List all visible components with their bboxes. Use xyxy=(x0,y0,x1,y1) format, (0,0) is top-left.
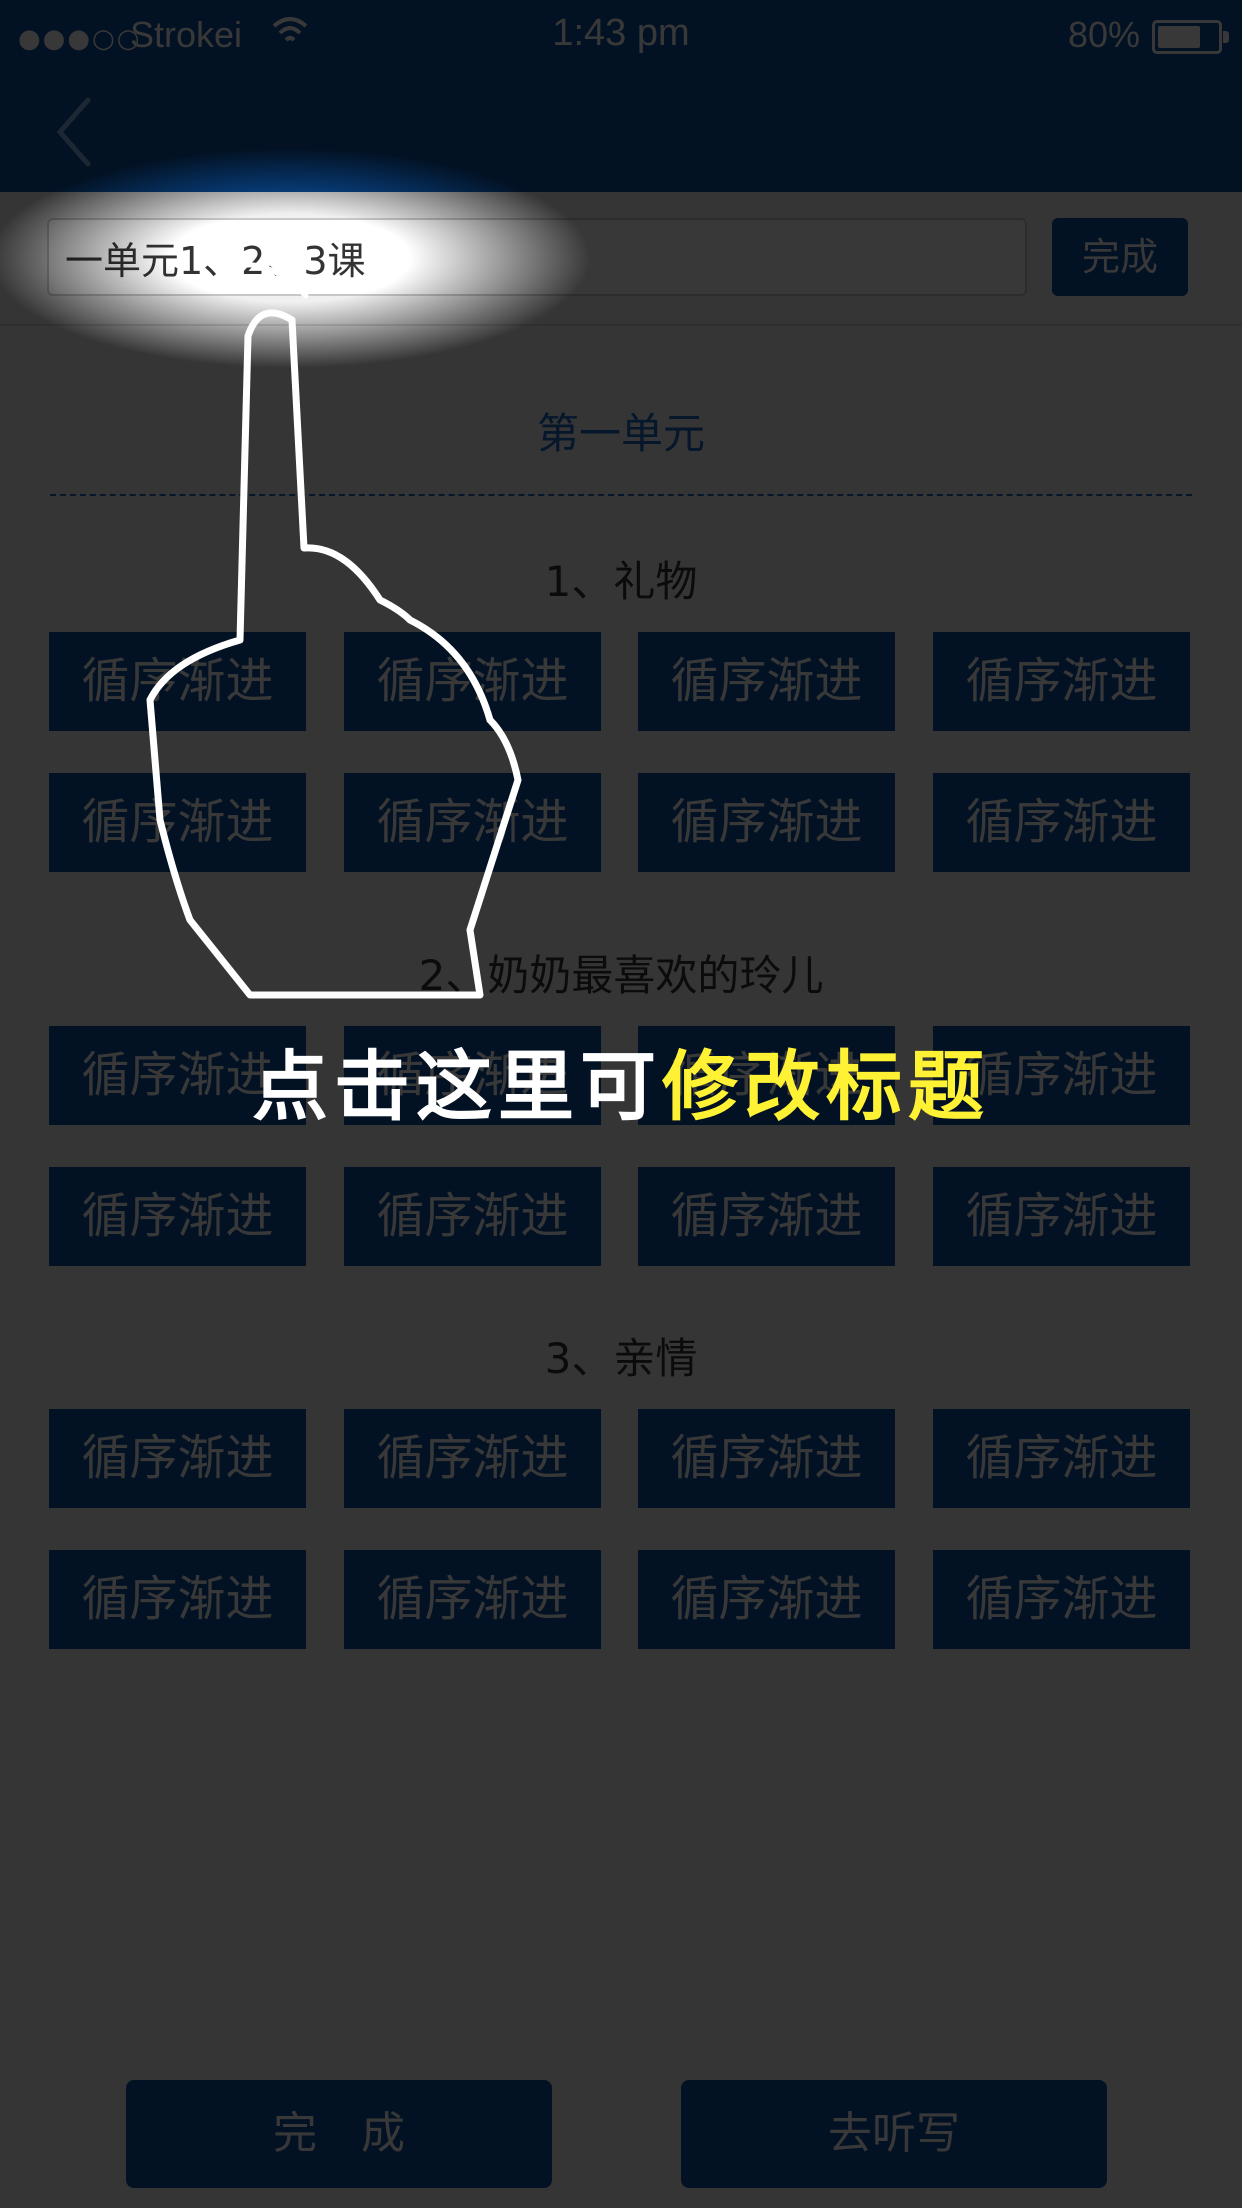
title-input[interactable] xyxy=(47,218,1027,296)
lesson-tile[interactable]: 循序渐进 xyxy=(344,1409,601,1508)
lesson-tile[interactable]: 循序渐进 xyxy=(638,1409,895,1508)
lesson-tile[interactable]: 循序渐进 xyxy=(933,1167,1190,1266)
hint-part-2: 修改标题 xyxy=(662,1042,990,1131)
lesson-tile[interactable]: 循序渐进 xyxy=(933,632,1190,731)
lesson-title: 1、礼物 xyxy=(544,557,698,606)
chevron-left-icon xyxy=(56,97,91,167)
lesson-tile[interactable]: 循序渐进 xyxy=(638,632,895,731)
unit-title: 第一单元 xyxy=(536,409,705,458)
lesson-tile[interactable]: 循序渐进 xyxy=(933,1550,1190,1649)
lesson-tile[interactable]: 循序渐进 xyxy=(344,1550,601,1649)
done-top-button[interactable]: 完成 xyxy=(1052,218,1188,296)
lesson-tile[interactable]: 循序渐进 xyxy=(344,632,601,731)
lesson-tile[interactable]: 循序渐进 xyxy=(344,1167,601,1266)
nav-bar xyxy=(0,70,1242,192)
lesson-tile[interactable]: 循序渐进 xyxy=(49,632,306,731)
lesson-tile[interactable]: 循序渐进 xyxy=(49,1409,306,1508)
lesson-tile[interactable]: 循序渐进 xyxy=(638,773,895,872)
lesson-title: 3、亲情 xyxy=(544,1334,698,1383)
divider xyxy=(50,494,1192,496)
hint-text: 点击这里可修改标题 xyxy=(0,1025,1242,1135)
hint-part-1: 点击这里可 xyxy=(252,1042,662,1131)
battery-icon xyxy=(1152,20,1229,54)
lesson-tile[interactable]: 循序渐进 xyxy=(49,1167,306,1266)
lesson-tile[interactable]: 循序渐进 xyxy=(638,1167,895,1266)
lesson-tile[interactable]: 循序渐进 xyxy=(638,1550,895,1649)
lesson-tile[interactable]: 循序渐进 xyxy=(344,773,601,872)
dictation-button[interactable]: 去听写 xyxy=(681,2080,1107,2188)
status-bar: ●●●○○ Strokei 1:43 pm 80% xyxy=(0,0,1242,70)
clock: 1:43 pm xyxy=(552,12,690,54)
done-button[interactable]: 完 成 xyxy=(126,2080,552,2188)
battery-percent: 80% xyxy=(1067,14,1140,55)
back-button[interactable] xyxy=(48,92,108,172)
title-edit-row: 完成 xyxy=(0,192,1242,326)
lesson-tile[interactable]: 循序渐进 xyxy=(49,1550,306,1649)
lesson-tile[interactable]: 循序渐进 xyxy=(933,1409,1190,1508)
lesson-tile[interactable]: 循序渐进 xyxy=(49,773,306,872)
lesson-tile[interactable]: 循序渐进 xyxy=(933,773,1190,872)
lesson-title: 2、奶奶最喜欢的玲儿 xyxy=(418,951,824,1000)
